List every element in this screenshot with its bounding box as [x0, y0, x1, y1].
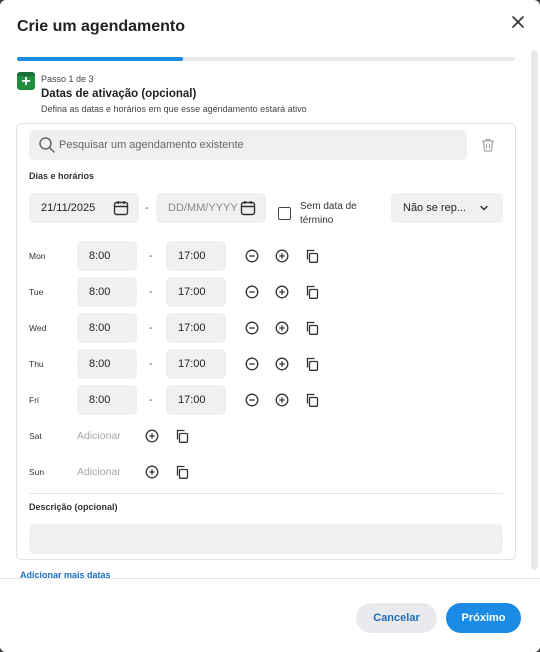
remove-circle-icon[interactable]: [245, 357, 259, 371]
add-circle-icon[interactable]: [275, 249, 289, 263]
start-time-value: 8:00: [89, 286, 111, 298]
repeat-select[interactable]: Não se rep...: [391, 193, 503, 223]
time-separator: -: [149, 358, 153, 370]
start-time-value: 8:00: [89, 250, 111, 262]
create-schedule-dialog: Crie um agendamento + Passo 1 de 3 Datas…: [0, 0, 540, 652]
day-label-thu: Thu: [29, 359, 44, 369]
time-separator: -: [149, 394, 153, 406]
end-time-input[interactable]: 17:00: [166, 385, 226, 415]
add-time-placeholder: Adicionar: [77, 466, 121, 478]
calendar-add-icon: +: [17, 72, 35, 90]
repeat-value: Não se rep...: [403, 202, 466, 214]
calendar-icon[interactable]: [240, 200, 256, 216]
step-indicator: Passo 1 de 3: [41, 74, 94, 84]
progress-bar: [17, 57, 515, 61]
add-circle-icon[interactable]: [275, 285, 289, 299]
no-end-date-label-line2: término: [300, 215, 334, 226]
start-time-input[interactable]: 8:00: [77, 241, 137, 271]
day-label-tue: Tue: [29, 287, 44, 297]
search-placeholder: Pesquisar um agendamento existente: [59, 139, 244, 151]
end-time-value: 17:00: [178, 322, 206, 334]
search-icon: [39, 137, 55, 153]
section-title: Datas de ativação (opcional): [41, 88, 197, 100]
day-label-fri: Fri: [29, 395, 39, 405]
progress-fill: [17, 57, 183, 61]
start-time-input[interactable]: 8:00: [77, 277, 137, 307]
remove-circle-icon[interactable]: [245, 393, 259, 407]
end-time-input[interactable]: 17:00: [166, 241, 226, 271]
start-time-input[interactable]: 8:00: [77, 313, 137, 343]
copy-icon[interactable]: [305, 285, 319, 299]
end-time-input[interactable]: 17:00: [166, 349, 226, 379]
no-end-date-label-line1: Sem data de: [300, 201, 357, 212]
copy-icon[interactable]: [175, 465, 189, 479]
dialog-title: Crie um agendamento: [17, 18, 186, 35]
day-label-wed: Wed: [29, 323, 47, 333]
dates-label: Dias e horários: [29, 171, 95, 181]
time-separator: -: [149, 322, 153, 334]
description-input[interactable]: [29, 524, 503, 554]
no-end-date-label: Sem data de término: [300, 200, 357, 228]
start-time-input[interactable]: 8:00: [77, 349, 137, 379]
end-time-input[interactable]: 17:00: [166, 277, 226, 307]
end-time-input[interactable]: 17:00: [166, 313, 226, 343]
start-time-value: 8:00: [89, 394, 111, 406]
section-description: Defina as datas e horários em que esse a…: [41, 104, 307, 114]
time-separator: -: [149, 286, 153, 298]
date-separator: -: [145, 202, 149, 214]
add-circle-icon[interactable]: [145, 429, 159, 443]
end-time-value: 17:00: [178, 358, 206, 370]
add-time-placeholder: Adicionar: [77, 430, 121, 442]
end-date-placeholder: DD/MM/YYYY: [168, 202, 238, 214]
description-label: Descrição (opcional): [29, 502, 118, 512]
copy-icon[interactable]: [175, 429, 189, 443]
copy-icon[interactable]: [305, 357, 319, 371]
add-circle-icon[interactable]: [275, 321, 289, 335]
end-date-input[interactable]: DD/MM/YYYY: [156, 193, 266, 223]
divider: [29, 493, 503, 494]
add-circle-icon[interactable]: [275, 393, 289, 407]
remove-circle-icon[interactable]: [245, 249, 259, 263]
day-label-sat: Sat: [29, 431, 42, 441]
remove-circle-icon[interactable]: [245, 285, 259, 299]
copy-icon[interactable]: [305, 393, 319, 407]
add-circle-icon[interactable]: [145, 465, 159, 479]
no-end-date-checkbox[interactable]: [278, 207, 291, 220]
search-input[interactable]: Pesquisar um agendamento existente: [29, 130, 467, 160]
trash-icon[interactable]: [480, 137, 496, 153]
add-circle-icon[interactable]: [275, 357, 289, 371]
day-label-sun: Sun: [29, 467, 45, 477]
chevron-down-icon: [480, 205, 488, 211]
copy-icon[interactable]: [305, 321, 319, 335]
remove-circle-icon[interactable]: [245, 321, 259, 335]
end-time-value: 17:00: [178, 250, 206, 262]
start-date-input[interactable]: 21/11/2025: [29, 193, 139, 223]
time-separator: -: [149, 250, 153, 262]
start-time-input[interactable]: 8:00: [77, 385, 137, 415]
start-time-value: 8:00: [89, 358, 111, 370]
end-time-value: 17:00: [178, 394, 206, 406]
next-button[interactable]: Próximo: [446, 603, 521, 633]
scrollbar[interactable]: [531, 50, 538, 570]
start-time-value: 8:00: [89, 322, 111, 334]
end-time-value: 17:00: [178, 286, 206, 298]
calendar-icon[interactable]: [113, 200, 129, 216]
cancel-button[interactable]: Cancelar: [356, 603, 437, 633]
copy-icon[interactable]: [305, 249, 319, 263]
close-icon[interactable]: [509, 13, 527, 31]
start-date-value: 21/11/2025: [41, 202, 96, 214]
day-label-mon: Mon: [29, 251, 46, 261]
